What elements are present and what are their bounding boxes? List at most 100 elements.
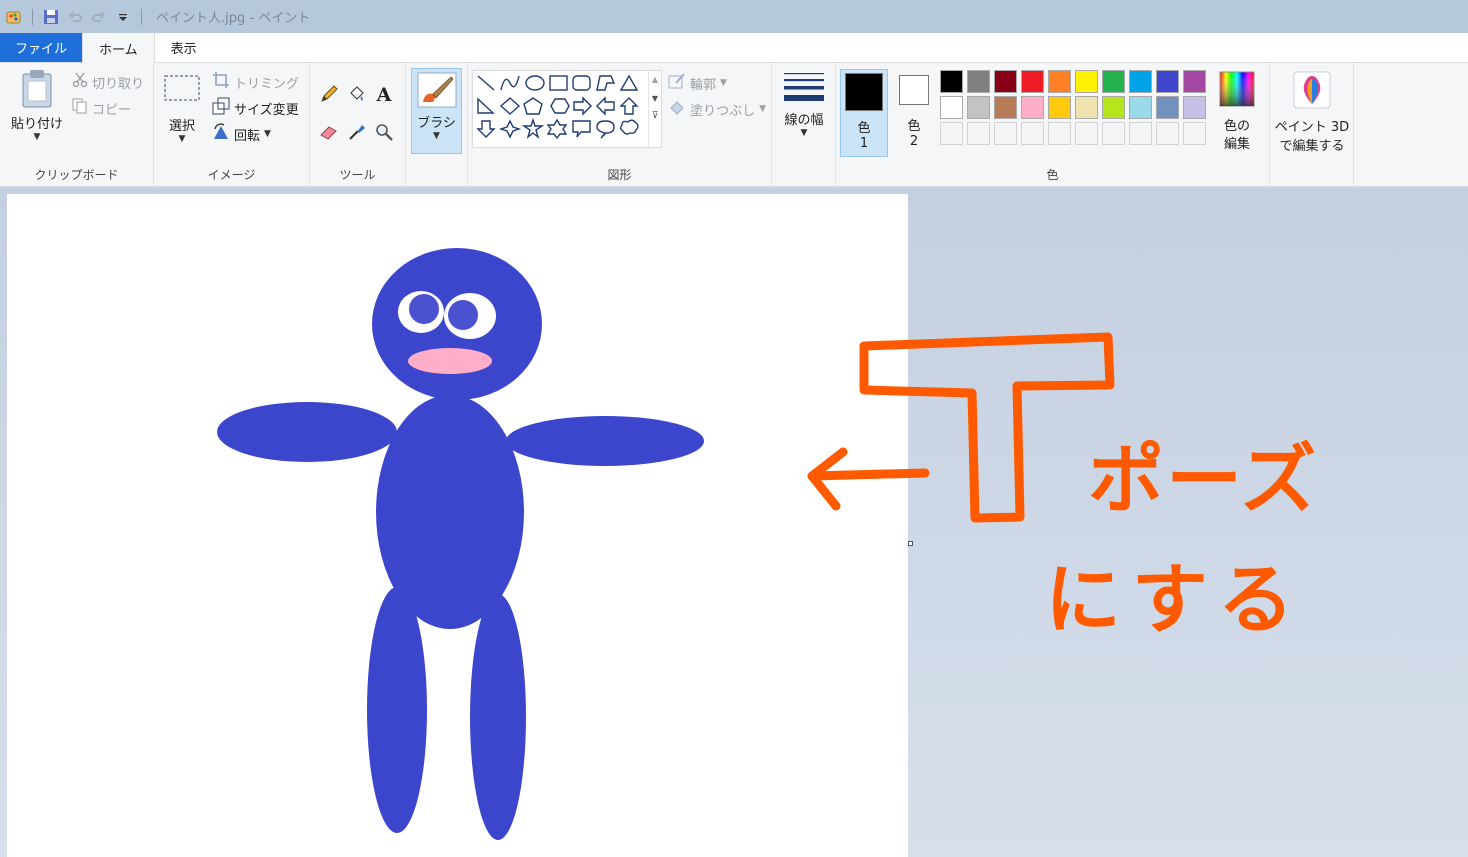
color-swatch[interactable] [940, 70, 963, 93]
quick-access-dropdown-icon[interactable] [113, 7, 133, 27]
line-width-icon [783, 71, 825, 109]
custom-color-slot[interactable] [1156, 122, 1179, 145]
color-swatch[interactable] [1129, 96, 1152, 119]
edit-colors-button[interactable]: 色の 編集 [1214, 71, 1260, 154]
line-width-button[interactable]: 線の幅 ▼ [776, 71, 832, 138]
rotate-button[interactable]: 回転 ▼ [212, 123, 271, 145]
right-arrow-shape [573, 96, 592, 116]
paste-button[interactable]: 貼り付け ▼ [8, 69, 66, 142]
copy-button[interactable]: コピー [72, 98, 131, 118]
color1-button[interactable]: 色 1 [840, 69, 888, 157]
color-swatch[interactable] [940, 96, 963, 119]
outline-button[interactable]: 輪郭 ▼ [668, 72, 727, 94]
text-tool-icon[interactable]: A [373, 83, 395, 105]
custom-color-slot[interactable] [1183, 122, 1206, 145]
color-swatch[interactable] [1183, 70, 1206, 93]
brush-icon [417, 72, 457, 112]
color2-preview [899, 75, 929, 105]
chevron-down-icon: ▼ [178, 134, 186, 144]
save-icon[interactable] [41, 7, 61, 27]
undo-icon[interactable] [65, 7, 85, 27]
tab-view[interactable]: 表示 [155, 33, 213, 62]
triangle-shape [619, 74, 639, 91]
fill-button[interactable]: 塗りつぶし ▼ [668, 98, 766, 120]
rectangle-shape [549, 75, 568, 91]
color1-label: 色 [857, 121, 871, 136]
custom-color-slot[interactable] [967, 122, 990, 145]
custom-color-slot[interactable] [1075, 122, 1098, 145]
color-swatch[interactable] [1102, 96, 1125, 119]
color-swatch[interactable] [1021, 70, 1044, 93]
color-swatch[interactable] [967, 96, 990, 119]
shapes-scrollbar[interactable]: ▲ ▼ ⊽ [648, 71, 661, 149]
paint-app-icon[interactable] [4, 7, 24, 27]
shapes-gallery: ▲ ▼ ⊽ [472, 70, 662, 149]
custom-color-slot[interactable] [1048, 122, 1071, 145]
color-swatch[interactable] [1048, 96, 1071, 119]
image-group: 選択 ▼ トリミング サイズ変更 回転 ▼ イメージ [154, 63, 310, 187]
color2-label: 色 [907, 119, 921, 134]
pentagon-shape [523, 97, 543, 115]
expand-gallery-icon[interactable]: ⊽ [649, 111, 661, 121]
selection-rect-icon [163, 73, 201, 107]
annotation-pose-text: ポーズ [1088, 435, 1319, 524]
color-swatch[interactable] [994, 96, 1017, 119]
edit-with-paint3d-button[interactable]: ペイント 3D で編集する [1274, 71, 1350, 156]
resize-button[interactable]: サイズ変更 [212, 97, 299, 119]
color-swatch[interactable] [1021, 96, 1044, 119]
separator [141, 8, 142, 25]
cut-button[interactable]: 切り取り [72, 72, 144, 92]
color-swatch[interactable] [1129, 70, 1152, 93]
resize-label: サイズ変更 [234, 102, 299, 118]
colors-group: 色 1 色 2 色の 編集 色 [836, 63, 1270, 187]
fill-bucket-icon[interactable] [346, 83, 368, 105]
tab-home[interactable]: ホーム [82, 33, 155, 63]
pencil-icon[interactable] [318, 83, 340, 105]
color-swatch[interactable] [1102, 70, 1125, 93]
paint3d-group: ペイント 3D で編集する [1270, 63, 1354, 187]
brush-button[interactable]: ブラシ ▼ [411, 68, 462, 154]
color-swatch[interactable] [1156, 96, 1179, 119]
color-swatch[interactable] [1075, 96, 1098, 119]
color2-button[interactable]: 色 2 [892, 72, 936, 154]
image-group-label: イメージ [207, 168, 256, 182]
color-swatch[interactable] [967, 70, 990, 93]
color-swatch[interactable] [994, 70, 1017, 93]
four-point-star-shape [498, 119, 522, 139]
tab-file[interactable]: ファイル [0, 33, 83, 62]
canvas-resize-handle[interactable] [908, 541, 913, 546]
color-picker-icon[interactable] [346, 121, 368, 143]
custom-color-slot[interactable] [994, 122, 1017, 145]
custom-color-slot[interactable] [940, 122, 963, 145]
scroll-down-icon[interactable]: ▼ [649, 94, 661, 103]
custom-color-slot[interactable] [1021, 122, 1044, 145]
drawing-canvas[interactable] [7, 194, 908, 857]
rotate-label: 回転 [234, 128, 261, 144]
chevron-down-icon: ▼ [720, 78, 727, 88]
eraser-icon[interactable] [318, 121, 340, 143]
oval-shape [525, 75, 545, 91]
custom-color-slot[interactable] [1129, 122, 1152, 145]
separator [32, 8, 33, 25]
color1-number: 1 [859, 136, 869, 151]
color-swatch[interactable] [1156, 70, 1179, 93]
chevron-down-icon: ▼ [33, 132, 41, 142]
select-button[interactable]: 選択 ▼ [160, 73, 204, 144]
magnifier-icon[interactable] [373, 121, 395, 143]
color-swatch[interactable] [1183, 96, 1206, 119]
redo-icon[interactable] [89, 7, 109, 27]
crop-label: トリミング [234, 76, 300, 92]
window-title: ペイント人.jpg - ペイント [156, 11, 311, 26]
curve-shape [500, 75, 520, 91]
select-label: 選択 [168, 119, 195, 134]
custom-color-slot[interactable] [1102, 122, 1125, 145]
chevron-down-icon: ▼ [759, 104, 767, 114]
color-wheel-icon [1219, 71, 1255, 111]
clipboard-group-label: クリップボード [34, 168, 119, 182]
tools-group: A ツール [310, 63, 406, 187]
color-swatch[interactable] [1048, 70, 1071, 93]
line-width-group: 線の幅 ▼ [772, 63, 836, 187]
color-swatch[interactable] [1075, 70, 1098, 93]
crop-button[interactable]: トリミング [212, 71, 299, 93]
scroll-up-icon[interactable]: ▲ [649, 75, 661, 84]
